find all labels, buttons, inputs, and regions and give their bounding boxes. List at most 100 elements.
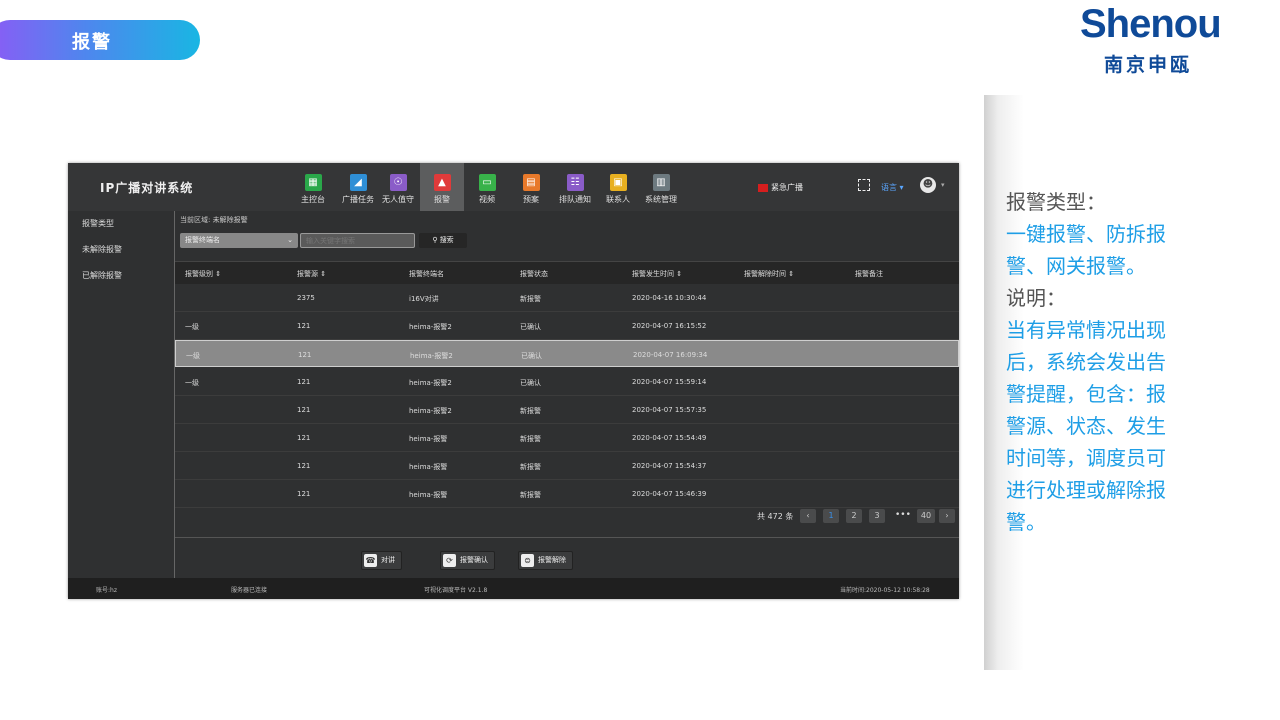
breadcrumb: 当前区域: 未解除报警: [180, 216, 248, 224]
divider: [175, 537, 959, 538]
note-line: 警。: [1006, 510, 1046, 534]
table-cell-status: 新报警: [520, 295, 541, 303]
nav-item-2[interactable]: ☉ 无人值守: [376, 163, 420, 211]
system-icon: ▥: [652, 174, 670, 191]
emergency-broadcast-button[interactable]: 紧急广播: [758, 182, 803, 193]
table-cell-status: 新报警: [520, 463, 541, 471]
top-nav-bar: IP广播对讲系统 ▦ 主控台 ◢ 广播任务 ☉ 无人值守 ▲ 报警 ▭ 视频 ▤ 预案 ☷ 排队通知 ▣ 联系…: [68, 163, 959, 211]
nav-item-3[interactable]: ▲ 报警: [420, 163, 464, 211]
search-icon: ⚲: [432, 236, 438, 244]
note-line: 警提醒，包含：报: [1006, 382, 1166, 406]
language-selector[interactable]: 语言 ▾: [881, 182, 904, 193]
nav-item-1[interactable]: ◢ 广播任务: [336, 163, 380, 211]
table-cell-source: 121: [297, 434, 311, 442]
table-cell-time: 2020-04-07 15:57:35: [632, 406, 707, 414]
app-title: IP广播对讲系统: [100, 181, 194, 195]
table-row[interactable]: 2375 i16V对讲 新报警 2020-04-16 10:30:44: [175, 284, 959, 312]
table-row[interactable]: 一级 121 heima-报警2 已确认 2020-04-07 16:15:52: [175, 312, 959, 340]
table-cell-source: 121: [297, 462, 311, 470]
action-button-2[interactable]: ⊜ 报警解除: [518, 551, 573, 570]
note-line: 时间等，调度员可: [1006, 446, 1166, 470]
table-cell-time: 2020-04-07 15:46:39: [632, 490, 707, 498]
nav-label: 系统管理: [645, 195, 677, 204]
table-cell-terminal: i16V对讲: [409, 295, 439, 303]
nav-label: 主控台: [301, 195, 325, 204]
app-window: IP广播对讲系统 ▦ 主控台 ◢ 广播任务 ☉ 无人值守 ▲ 报警 ▭ 视频 ▤ 预案 ☷ 排队通知 ▣ 联系…: [68, 163, 959, 599]
note-line: 警源、状态、发生: [1006, 414, 1166, 438]
table-cell-status: 已确认: [521, 352, 542, 360]
plan-icon: ▤: [522, 174, 540, 191]
table-cell-time: 2020-04-07 16:15:52: [632, 322, 707, 330]
table-cell-time: 2020-04-16 10:30:44: [632, 294, 707, 302]
action-label: 报警确认: [460, 556, 488, 564]
nav-item-7[interactable]: ▣ 联系人: [596, 163, 640, 211]
table-cell-terminal: heima-报警2: [409, 407, 452, 415]
table-cell-source: 2375: [297, 294, 315, 302]
nav-label: 广播任务: [342, 195, 374, 204]
table-cell-terminal: heima-报警2: [409, 323, 452, 331]
action-button-1[interactable]: ⟳ 报警确认: [440, 551, 495, 570]
chevron-down-icon[interactable]: ▾: [941, 181, 945, 189]
table-cell-terminal: heima-报警2: [409, 379, 452, 387]
page-button[interactable]: 40: [917, 509, 935, 523]
fullscreen-icon[interactable]: [858, 179, 870, 191]
note-line: 警、网关报警。: [1006, 254, 1146, 278]
column-header[interactable]: 报警备注: [855, 269, 883, 279]
column-header[interactable]: 报警终端名: [409, 269, 444, 279]
sidebar-item[interactable]: 报警类型: [68, 211, 174, 237]
page-button[interactable]: 2: [846, 509, 862, 523]
queue-icon: ☷: [566, 174, 584, 191]
server-status: 服务器已连接: [231, 587, 268, 594]
table-cell-time: 2020-04-07 16:09:34: [633, 351, 708, 359]
action-button-0[interactable]: ☎ 对讲: [361, 551, 402, 570]
column-header[interactable]: 报警发生时间 ⇕: [632, 269, 682, 279]
nav-item-0[interactable]: ▦ 主控台: [291, 163, 335, 211]
company-logo-cn: 南京申瓯: [1104, 54, 1193, 76]
note-line: 说明：: [1006, 286, 1066, 310]
megaphone-icon: ◢: [349, 174, 367, 191]
column-header[interactable]: 报警源 ⇕: [297, 269, 326, 279]
nav-item-4[interactable]: ▭ 视频: [465, 163, 509, 211]
nav-label: 视频: [479, 195, 495, 204]
prev-page-button[interactable]: ‹: [800, 509, 816, 523]
column-header[interactable]: 报警状态: [520, 269, 548, 279]
search-input[interactable]: [300, 233, 415, 248]
unattended-icon: ☉: [389, 174, 407, 191]
note-line: 进行处理或解除报: [1006, 478, 1166, 502]
sidebar-item[interactable]: 已解除报警: [68, 263, 174, 289]
nav-label: 无人值守: [382, 195, 414, 204]
nav-item-8[interactable]: ▥ 系统管理: [639, 163, 683, 211]
pagination-total: 共 472 条: [757, 512, 794, 521]
column-header[interactable]: 报警级别 ⇕: [185, 269, 221, 279]
page-button[interactable]: 3: [869, 509, 885, 523]
table-cell-status: 已确认: [520, 323, 541, 331]
table-cell-time: 2020-04-07 15:59:14: [632, 378, 707, 386]
table-row[interactable]: 一级 121 heima-报警2 已确认 2020-04-07 16:09:34: [175, 340, 959, 367]
table-row[interactable]: 121 heima-报警 新报警 2020-04-07 15:54:49: [175, 424, 959, 452]
status-bar: 账号:hz 服务器已连接 可视化调度平台 V2.1.8 当前时间:2020-05…: [68, 578, 959, 599]
note-line: 后，系统会发出告: [1006, 350, 1166, 374]
table-row[interactable]: 121 heima-报警 新报警 2020-04-07 15:54:37: [175, 452, 959, 480]
contacts-icon: ▣: [609, 174, 627, 191]
table-cell-level: 一级: [185, 379, 199, 387]
nav-label: 预案: [523, 195, 539, 204]
table-row[interactable]: 121 heima-报警 新报警 2020-04-07 15:46:39: [175, 480, 959, 508]
action-label: 报警解除: [538, 556, 566, 564]
table-cell-status: 新报警: [520, 407, 541, 415]
table-row[interactable]: 一级 121 heima-报警2 已确认 2020-04-07 15:59:14: [175, 368, 959, 396]
page-button[interactable]: 1: [823, 509, 839, 523]
table-cell-time: 2020-04-07 15:54:37: [632, 462, 707, 470]
filter-field-select[interactable]: 报警终端名 ⌄: [180, 233, 298, 248]
table-row[interactable]: 121 heima-报警2 新报警 2020-04-07 15:57:35: [175, 396, 959, 424]
table-cell-status: 新报警: [520, 435, 541, 443]
table-cell-level: 一级: [186, 352, 200, 360]
nav-item-5[interactable]: ▤ 预案: [509, 163, 553, 211]
platform-version: 可视化调度平台 V2.1.8: [424, 587, 488, 594]
user-avatar-icon[interactable]: ☻: [920, 177, 936, 193]
nav-item-6[interactable]: ☷ 排队通知: [553, 163, 597, 211]
column-header[interactable]: 报警解除时间 ⇕: [744, 269, 794, 279]
sidebar-item[interactable]: 未解除报警: [68, 237, 174, 263]
next-page-button[interactable]: ›: [939, 509, 955, 523]
pagination-ellipsis: •••: [895, 510, 911, 520]
search-button[interactable]: ⚲ 搜索: [419, 233, 467, 248]
